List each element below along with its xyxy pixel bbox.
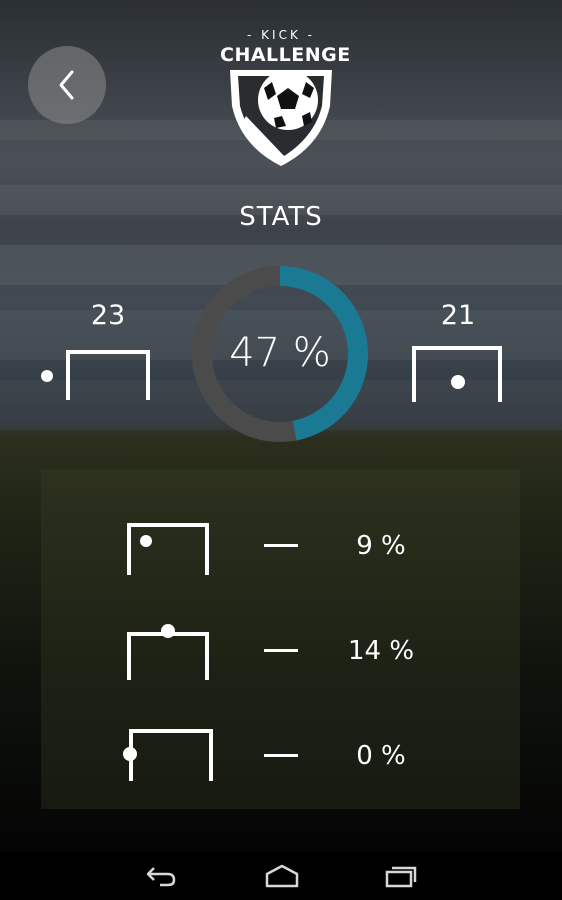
- logo-kick-text: - KICK -: [247, 28, 315, 42]
- nav-back-button[interactable]: [144, 862, 178, 894]
- goal-ball-inside-icon: [412, 346, 502, 402]
- percentage-label: 47 %: [229, 330, 331, 376]
- left-score: 23: [90, 300, 126, 331]
- home-icon: [265, 864, 299, 888]
- back-arrow-icon: [146, 867, 176, 887]
- goal-crossbar-icon: [127, 624, 209, 680]
- goal-ball-left-icon: [41, 350, 150, 400]
- breakdown-value: 0 %: [356, 741, 406, 771]
- dash-separator: [264, 754, 298, 757]
- page-title: STATS: [239, 202, 323, 232]
- breakdown-row: 14 %: [41, 618, 520, 688]
- dash-separator: [264, 544, 298, 547]
- kick-challenge-logo: - KICK - CHALLENGE: [220, 28, 351, 170]
- nav-home-button[interactable]: [264, 862, 300, 894]
- breakdown-value: 9 %: [356, 531, 406, 561]
- breakdown-row: 9 %: [41, 513, 520, 583]
- breakdown-value: 14 %: [347, 636, 415, 666]
- recents-icon: [385, 866, 417, 888]
- goal-left-post-icon: [123, 729, 213, 781]
- nav-recents-button[interactable]: [384, 862, 420, 894]
- goal-top-left-icon: [127, 523, 209, 575]
- right-score: 21: [440, 300, 476, 331]
- shield-ball-icon: [230, 70, 332, 166]
- back-button[interactable]: [28, 46, 106, 124]
- dash-separator: [264, 649, 298, 652]
- breakdown-row: 0 %: [41, 723, 520, 793]
- chevron-left-icon: [59, 70, 74, 100]
- system-navigation-bar: [0, 852, 562, 900]
- logo-challenge-text: CHALLENGE: [220, 44, 351, 66]
- stats-breakdown-panel: 9 % 14 % 0 %: [41, 469, 520, 809]
